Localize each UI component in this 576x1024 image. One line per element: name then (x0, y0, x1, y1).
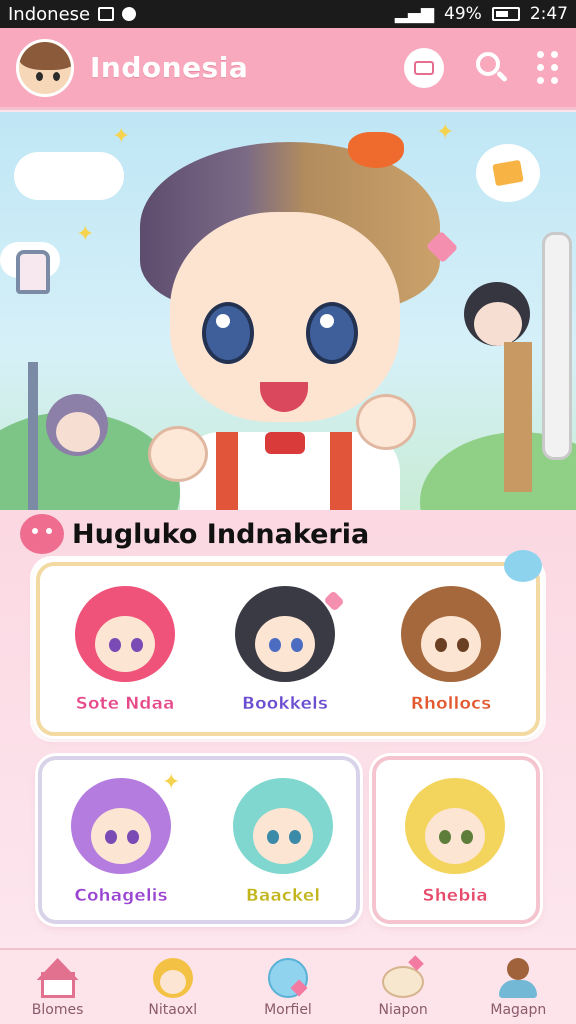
characters-card-right: Shebia (372, 756, 540, 924)
character-portrait (75, 586, 175, 682)
nav-label: Blomes (31, 1002, 84, 1018)
chat-bubble-button[interactable] (404, 47, 444, 88)
mascot-icon (20, 514, 64, 554)
street-lamp-icon (16, 250, 50, 294)
lamp-post (28, 362, 38, 510)
nav-item-5[interactable]: Magapn (468, 956, 568, 1018)
character-card-2[interactable]: Bookkels (230, 586, 340, 714)
nav-item-4[interactable]: Niapon (353, 955, 453, 1018)
notification-icon (122, 7, 137, 21)
battery-icon (491, 7, 520, 21)
character-name: Sote Ndaa (75, 694, 175, 715)
character-card-1[interactable]: Sote Ndaa (70, 586, 180, 714)
house-icon (35, 956, 81, 1000)
bear-mascot-icon (380, 955, 426, 1000)
character-portrait (233, 778, 333, 874)
character-name: Cohagelis (74, 886, 168, 907)
character-portrait (235, 586, 335, 682)
hero-banner[interactable]: ✦ ✦ ✦ (0, 112, 576, 510)
characters-section: Hugluko Indnakeria Sote Ndaa Bookkels Rh… (0, 510, 576, 950)
nav-item-3[interactable]: Morfiel (238, 956, 338, 1018)
character-name: Baackel (245, 886, 321, 907)
character-card-5[interactable]: Baackel (228, 778, 338, 906)
sparkle-icon: ✦ (76, 222, 95, 247)
app-bar: Indonesia (0, 28, 576, 110)
cloud-decoration (14, 152, 124, 200)
character-card-6[interactable]: Shebia (400, 778, 510, 906)
profile-avatar[interactable] (16, 38, 74, 97)
nav-item-home[interactable]: Blomes (8, 956, 108, 1018)
main-character-illustration (120, 132, 440, 510)
character-portrait (71, 778, 171, 874)
character-name: Bookkels (242, 694, 328, 715)
character-portrait (405, 778, 505, 874)
section-title: Hugluko Indnakeria (72, 518, 370, 550)
cloud-mascot-icon (504, 550, 542, 582)
sparkle-icon: ✦ (436, 120, 455, 145)
message-icon (414, 60, 434, 75)
app-title: Indonesia (90, 51, 249, 84)
clock: 2:47 (529, 4, 568, 24)
ribbon-icon (348, 132, 404, 168)
scroll-handle[interactable] (542, 232, 572, 460)
nav-label: Nitaoxl (148, 1002, 198, 1018)
more-options-button[interactable] (536, 51, 560, 84)
sim-icon (98, 7, 115, 21)
status-bar: Indonese ▂▄▆ 49% 2:47 (0, 0, 576, 28)
chibi-avatar-icon (150, 956, 196, 1000)
bubble-heart-icon (265, 956, 311, 1000)
speech-bubble-icon (476, 144, 540, 202)
search-button[interactable] (470, 48, 510, 88)
carrier-name: Indonese (8, 3, 91, 25)
characters-card-left: Cohagelis Baackel ✦ (38, 756, 360, 924)
character-portrait (401, 586, 501, 682)
sparkle-icon: ✦ (162, 770, 181, 795)
wooden-balcony (504, 342, 532, 492)
nav-label: Morfiel (264, 1002, 312, 1018)
character-name: Shebia (422, 886, 488, 907)
character-name: Rhollocs (410, 694, 492, 715)
character-card-3[interactable]: Rhollocs (396, 586, 506, 714)
profile-avatar-icon (495, 956, 541, 1000)
nav-item-2[interactable]: Nitaoxl (123, 956, 223, 1018)
nav-label: Niapon (378, 1002, 428, 1018)
featured-characters-card: Sote Ndaa Bookkels Rhollocs (36, 562, 540, 736)
battery-percent: 49% (444, 4, 482, 24)
nav-label: Magapn (490, 1002, 547, 1018)
character-card-4[interactable]: Cohagelis (66, 778, 176, 906)
sparkle-icon: ✦ (112, 124, 131, 149)
bottom-navigation: Blomes Nitaoxl Morfiel Niapon Magapn (0, 948, 576, 1024)
signal-icon: ▂▄▆ (394, 4, 435, 24)
